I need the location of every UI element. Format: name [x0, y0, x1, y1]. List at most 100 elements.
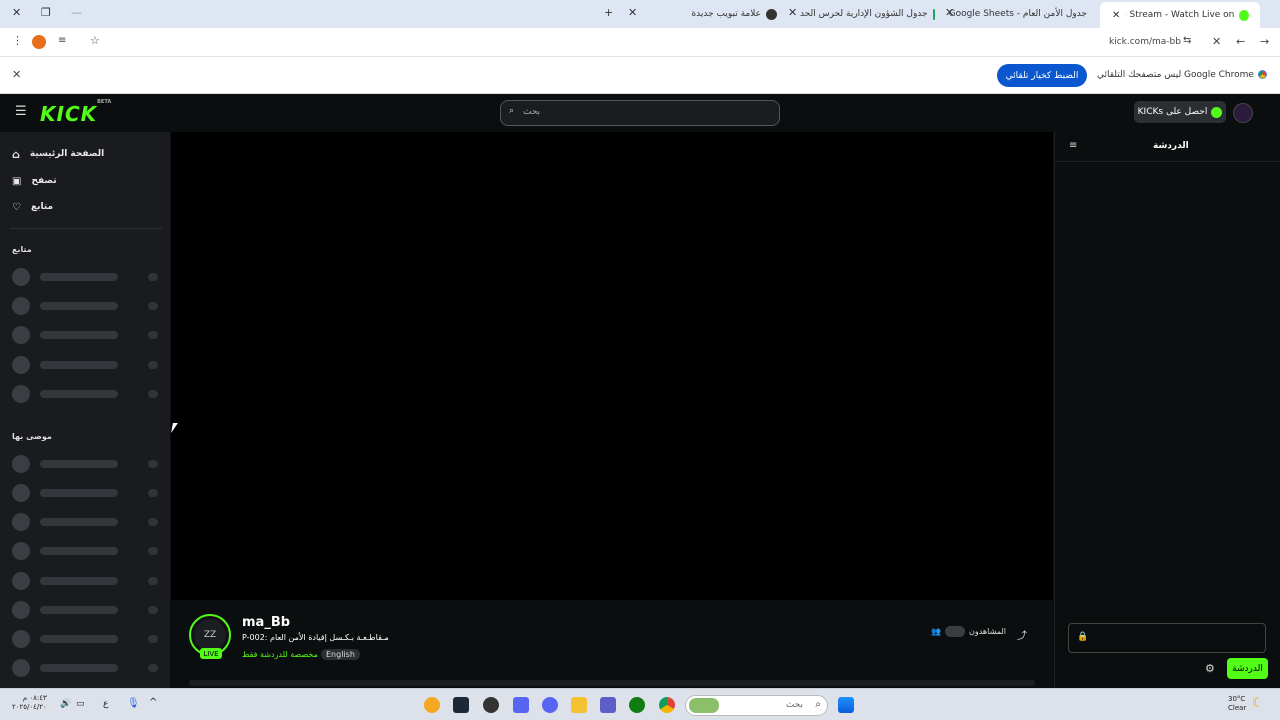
app-icon-notifications[interactable] [424, 697, 440, 713]
tab-new-tab[interactable]: علامة تبويب جديدة [642, 4, 782, 24]
subs-only-label: مخصصة للدردشة فقط [242, 650, 318, 659]
window-maximize-icon[interactable]: ❐ [41, 6, 51, 19]
xbox-icon[interactable] [629, 697, 645, 713]
sidebar-item-home[interactable]: ⌂ الصفحة الرئيسية [12, 145, 104, 163]
volume-icon[interactable]: 🔊 [60, 699, 71, 709]
site-settings-icon[interactable]: ⇆ [1183, 35, 1191, 46]
moon-icon: ☾ [1252, 696, 1264, 711]
teams-icon[interactable] [600, 697, 616, 713]
new-tab-icon[interactable]: + [604, 6, 613, 19]
set-default-button[interactable]: الضبط كخيار تلقائي [997, 64, 1087, 87]
taskbar-search-placeholder: بحث [785, 700, 803, 710]
share-icon[interactable]: ⤴ [1017, 627, 1027, 642]
sidebar-divider [10, 228, 162, 229]
sidebar-item-following[interactable]: ♡ متابع [12, 198, 53, 216]
windows-start-icon[interactable] [838, 697, 854, 713]
chat-header: ≡ الدردشة [1055, 132, 1280, 162]
live-badge: LIVE [200, 648, 222, 659]
weather-widget[interactable]: 30°C Clear [1228, 695, 1246, 713]
infobar-close-icon[interactable]: ✕ [12, 68, 21, 81]
chat-input[interactable]: 🔒 [1068, 623, 1266, 653]
sidebar-item-label: الصفحة الرئيسية [29, 149, 105, 159]
bookmark-star-icon[interactable]: ☆ [90, 34, 100, 47]
tab-kick-stream[interactable]: ma_Bb Stream - Watch Live on ✕ [1100, 2, 1260, 28]
avatar-initials: ZZ [194, 619, 226, 651]
network-icon[interactable]: ▭ [76, 699, 85, 709]
chrome-icon [766, 8, 777, 20]
collapse-chat-icon[interactable]: ≡ [1069, 140, 1077, 151]
skeleton-channel [12, 268, 162, 286]
url-text[interactable]: kick.com/ma-bb [1109, 37, 1181, 47]
stop-icon[interactable]: ✕ [1212, 35, 1221, 48]
get-kicks-button[interactable]: احصل على KICKs [1134, 101, 1226, 123]
sidebar-item-browse[interactable]: ▣ تصفح [12, 172, 57, 190]
tab-label: علامة تبويب جديدة [691, 9, 761, 19]
window-close-icon[interactable]: ✕ [12, 6, 21, 19]
skeleton-channel [12, 455, 162, 473]
tab-label: ma_Bb Stream - Watch Live on [1126, 10, 1235, 20]
microphone-icon[interactable]: 🎙 [127, 698, 140, 709]
page-scrollbar[interactable] [189, 680, 1035, 686]
viewer-count: المشاهدون 👥 [931, 626, 1006, 637]
home-icon: ⌂ [12, 147, 20, 161]
sidebar-item-label: متابع [30, 202, 54, 212]
streamer-username[interactable]: ma_Bb [242, 615, 290, 630]
skeleton-channel [12, 326, 162, 344]
taskbar-search-input[interactable]: بحث ⌕ [685, 695, 828, 716]
tab-border-guard-sheet[interactable]: جدول الشؤون الإدارية لحرس الحد [800, 4, 940, 24]
kick-favicon-icon [1239, 9, 1249, 21]
window-minimize-icon[interactable]: — [71, 6, 82, 19]
stream-info: ZZ LIVE ma_Bb P-002: مـقاطـعـة بـكـسل إق… [171, 600, 1053, 688]
kick-logo[interactable]: KICKBETA [40, 99, 112, 126]
tab-public-security-sheet[interactable]: جدول الأمن العام - Google Sheets [949, 4, 1097, 24]
hamburger-menu-icon[interactable]: ☰ [15, 104, 27, 119]
forward-icon[interactable]: → [1260, 35, 1269, 48]
tab-close-icon[interactable]: ✕ [628, 6, 637, 19]
tab-close-icon[interactable]: ✕ [788, 6, 797, 19]
app-icon-blue[interactable] [513, 697, 529, 713]
skeleton-channel [12, 659, 162, 677]
tray-overflow-icon[interactable]: ^ [149, 697, 157, 708]
heart-icon: ♡ [12, 201, 21, 213]
sidebar-item-label: تصفح [31, 176, 57, 186]
viewers-label: المشاهدون [968, 627, 1006, 636]
steam-icon[interactable] [453, 697, 469, 713]
skeleton-channel [12, 297, 162, 315]
kicks-coin-icon [1211, 106, 1223, 118]
reading-list-icon[interactable]: ≡ [58, 35, 66, 46]
browser-toolbar: ⋮ ≡ ☆ kick.com/ma-bb ⇆ ✕ ← → [0, 28, 1280, 57]
app-icon-circle[interactable] [483, 697, 499, 713]
viewers-icon: 👥 [931, 627, 941, 636]
default-browser-infobar: ✕ الضبط كخيار تلقائي Google Chrome ليس م… [0, 57, 1280, 94]
logo-beta-badge: BETA [97, 99, 112, 106]
chrome-taskbar-icon[interactable] [659, 697, 675, 713]
chat-panel: ≡ الدردشة 🔒 ⚙ الدردشة [1054, 132, 1280, 688]
chat-send-button[interactable]: الدردشة [1227, 658, 1268, 679]
menu-icon[interactable]: ⋮ [12, 34, 23, 47]
discord-icon[interactable] [542, 697, 558, 713]
sidebar: ⌂ الصفحة الرئيسية ▣ تصفح ♡ متابع متابع م… [0, 132, 170, 688]
tab-label: جدول الشؤون الإدارية لحرس الحد [800, 9, 928, 19]
search-input[interactable]: ⌕ بحث [500, 100, 780, 126]
kick-header: ☰ KICKBETA ⌕ بحث احصل على KICKs [0, 94, 1280, 132]
profile-avatar[interactable] [32, 35, 46, 49]
search-icon: ⌕ [509, 106, 515, 116]
skeleton-channel [12, 542, 162, 560]
taskbar-clock[interactable]: ٠٨:٤٣ م ٢٠٢٥/٠٤/٢٠ [12, 694, 47, 712]
tab-close-icon[interactable]: ✕ [1112, 10, 1120, 21]
chat-settings-icon[interactable]: ⚙ [1205, 662, 1215, 675]
language-tag[interactable]: English [321, 649, 360, 660]
file-explorer-icon[interactable] [571, 697, 587, 713]
chat-title: الدردشة [1153, 141, 1189, 151]
search-highlight-icon [689, 698, 719, 713]
back-icon[interactable]: ← [1236, 35, 1245, 48]
skeleton-channel [12, 513, 162, 531]
get-kicks-label: احصل على KICKs [1137, 107, 1208, 117]
clock-date: ٢٠٢٥/٠٤/٢٠ [12, 703, 47, 711]
following-heading: متابع [12, 245, 32, 254]
video-player[interactable] [171, 132, 1053, 600]
skeleton-channel [12, 601, 162, 619]
search-placeholder: بحث [523, 107, 541, 117]
input-language[interactable]: ع [103, 699, 108, 709]
user-avatar[interactable] [1233, 103, 1253, 123]
